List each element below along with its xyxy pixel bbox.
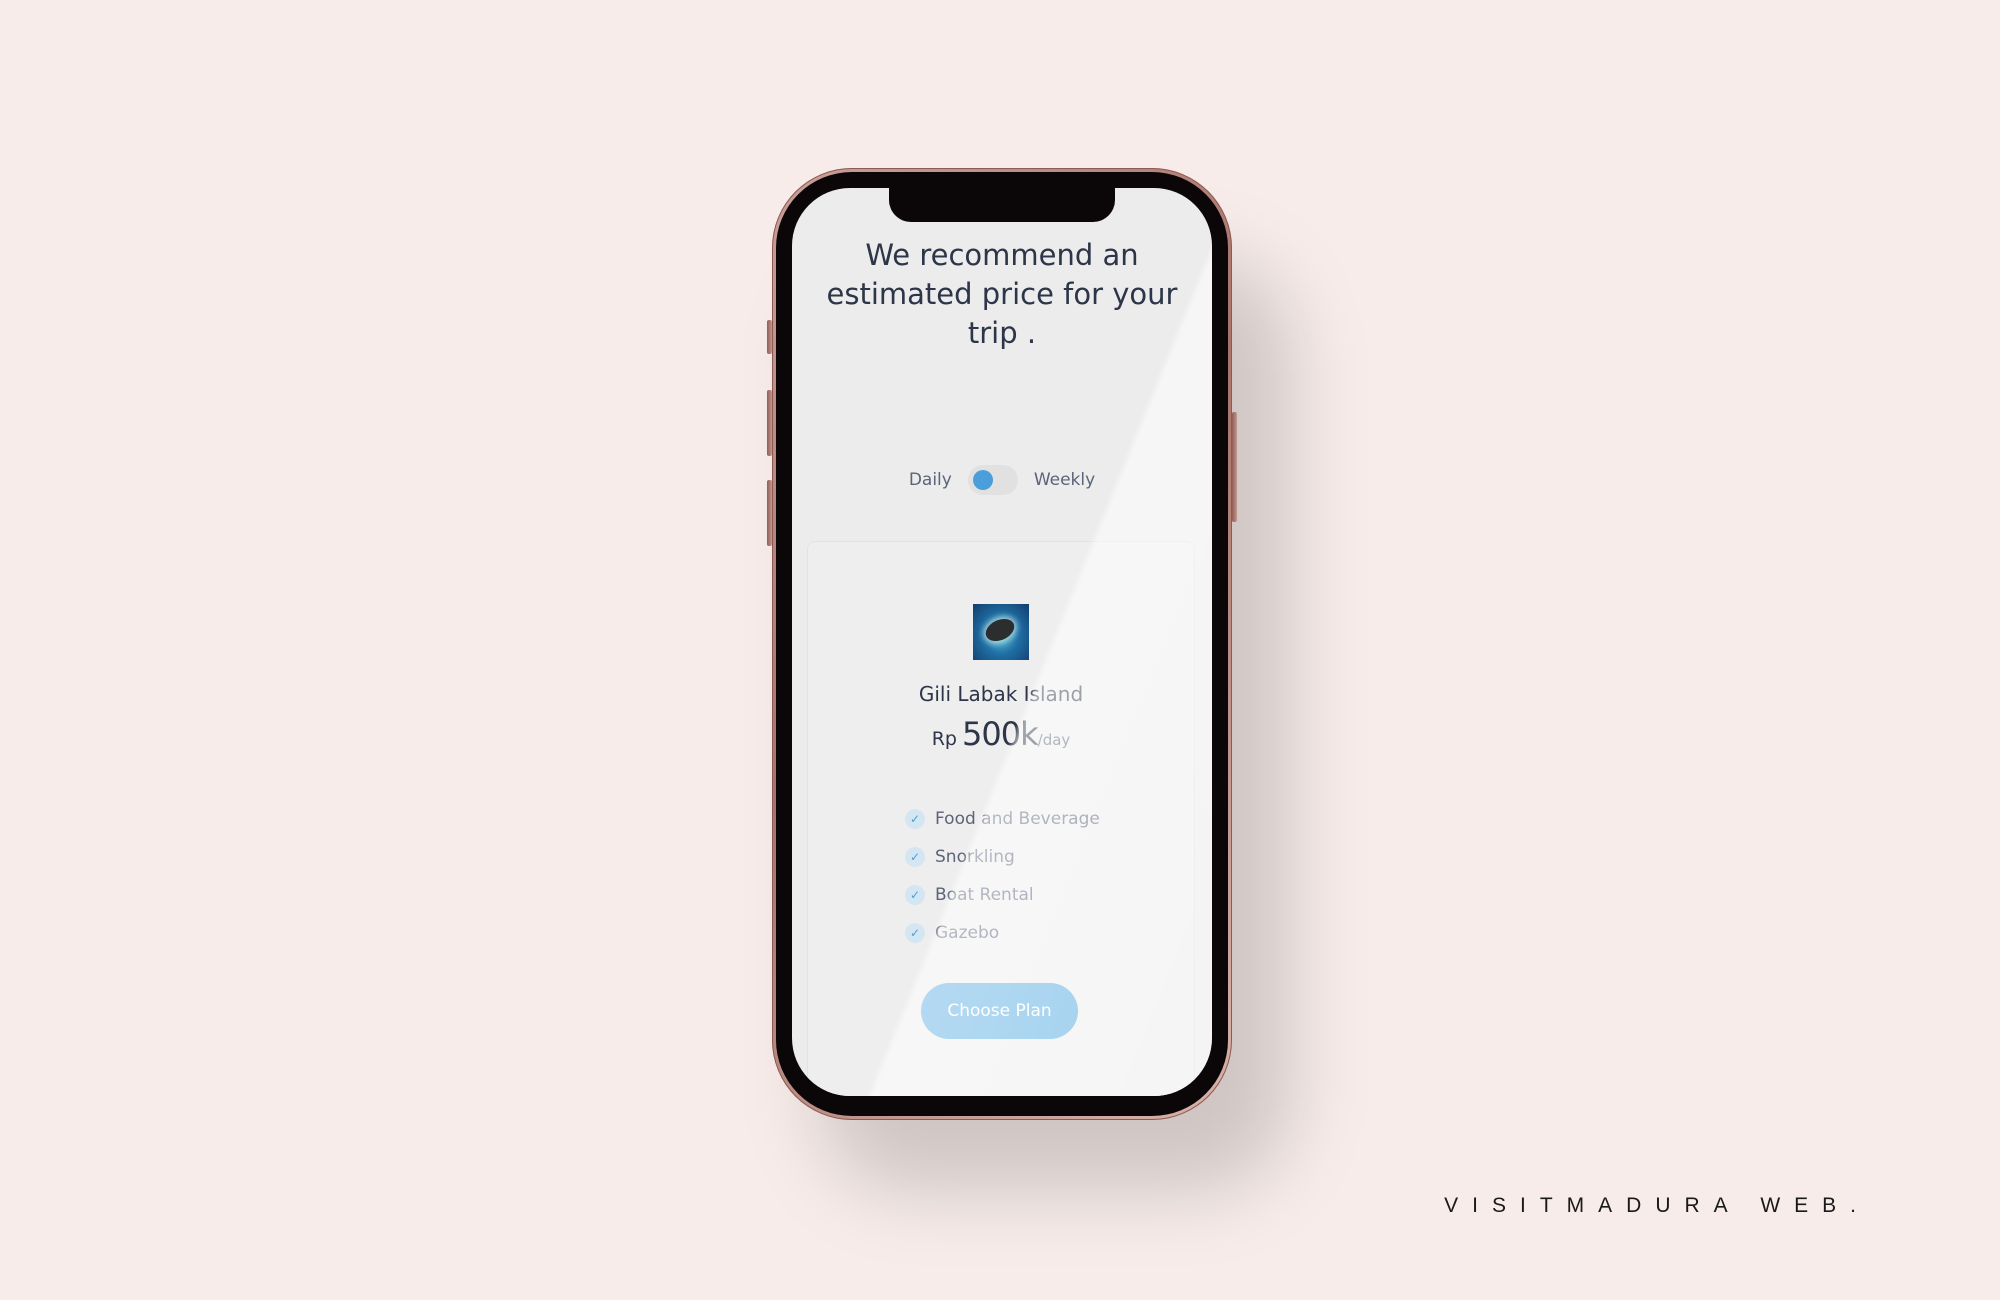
price-period: /day [1037, 731, 1071, 749]
volume-up-button [767, 390, 772, 456]
feature-list: ✓ Food and Beverage ✓ Snorkling ✓ Boat R… [905, 800, 1100, 952]
phone-notch [889, 188, 1115, 222]
feature-label: Food and Beverage [935, 809, 1100, 829]
plan-price: Rp 500k/day [808, 715, 1194, 753]
plan-card: Gili Labak Island Rp 500k/day ✓ Food and… [807, 541, 1195, 1096]
page-headline: We recommend an estimated price for your… [826, 238, 1178, 350]
billing-period-toggle[interactable] [967, 465, 1018, 495]
billing-toggle-row: Daily Weekly [792, 464, 1212, 496]
list-item: ✓ Snorkling [905, 838, 1100, 876]
mute-switch [767, 320, 772, 354]
plan-title: Gili Labak Island [918, 682, 1084, 706]
check-icon: ✓ [905, 923, 925, 943]
price-amount: 500k [962, 715, 1039, 753]
volume-down-button [767, 480, 772, 546]
power-button [1232, 412, 1237, 522]
island-shape [982, 614, 1018, 646]
toggle-label-daily[interactable]: Daily [909, 470, 952, 490]
brand-caption: VISITMADURA WEB. [1444, 1194, 1870, 1217]
price-currency: Rp [931, 728, 957, 750]
toggle-label-weekly[interactable]: Weekly [1034, 470, 1095, 490]
phone-screen: We recommend an estimated price for your… [792, 188, 1212, 1096]
check-icon: ✓ [905, 847, 925, 867]
check-icon: ✓ [905, 809, 925, 829]
feature-label: Gazebo [935, 923, 1000, 943]
feature-label: Snorkling [935, 847, 1015, 867]
island-image [973, 604, 1029, 660]
list-item: ✓ Boat Rental [905, 876, 1100, 914]
list-item: ✓ Food and Beverage [905, 800, 1100, 838]
list-item: ✓ Gazebo [905, 914, 1100, 952]
choose-plan-button[interactable]: Choose Plan [921, 983, 1078, 1039]
phone-mockup: We recommend an estimated price for your… [767, 168, 1237, 1120]
toggle-knob [972, 470, 993, 490]
feature-label: Boat Rental [935, 885, 1034, 905]
check-icon: ✓ [905, 885, 925, 905]
